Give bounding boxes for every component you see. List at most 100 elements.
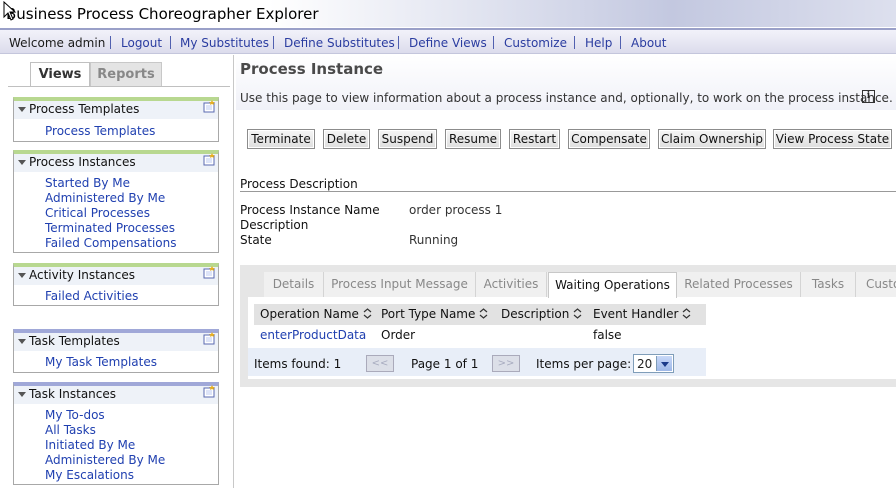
process-description-title: Process Description [240,177,358,191]
column-label: Description [501,307,570,321]
column-description[interactable]: Description [501,307,582,321]
add-view-icon[interactable] [203,332,216,345]
tab-waiting-operations[interactable]: Waiting Operations [548,272,677,298]
nav-link-failed-activities[interactable]: Failed Activities [45,289,138,303]
tab-custom-properties[interactable]: Custo [856,272,896,297]
app-title: Business Process Choreographer Explorer [6,5,319,23]
process-instance-name-value: order process 1 [409,203,503,217]
items-per-page-label: Items per page: [536,357,632,371]
menu-help[interactable]: Help [585,36,612,50]
menu-bar: Welcome admin Logout My Substitutes Defi… [0,28,896,54]
nav-link-failed-compensations[interactable]: Failed Compensations [45,236,177,250]
menu-separator [170,36,171,49]
compensate-button[interactable]: Compensate [568,129,650,149]
collapse-triangle-icon[interactable] [18,107,26,112]
nav-box-title: Task Templates [29,334,120,348]
mouse-cursor-icon [3,1,17,21]
nav-link-terminated-processes[interactable]: Terminated Processes [45,221,175,235]
nav-link-my-task-templates[interactable]: My Task Templates [45,355,157,369]
state-label: State [240,233,272,247]
tab-views[interactable]: Views [30,62,90,86]
sort-icon[interactable] [573,308,582,319]
items-per-page-value: 20 [637,357,653,371]
restart-button[interactable]: Restart [509,129,560,149]
delete-button[interactable]: Delete [323,129,370,149]
column-operation-name[interactable]: Operation Name [260,307,372,321]
column-event-handler[interactable]: Event Handler [593,307,691,321]
nav-link-my-escalations[interactable]: My Escalations [45,468,134,482]
claim-ownership-button[interactable]: Claim Ownership [658,129,766,149]
menu-customize[interactable]: Customize [504,36,567,50]
menu-separator [620,36,621,49]
tab-divider [8,86,230,87]
nav-box-task-instances: Task Instances My To-dos All Tasks Initi… [13,382,219,485]
title-bar: Business Process Choreographer Explorer [0,0,896,27]
sort-icon[interactable] [479,308,488,319]
add-view-icon[interactable] [203,100,216,113]
nav-link-all-tasks[interactable]: All Tasks [45,423,96,437]
menu-my-substitutes[interactable]: My Substitutes [180,36,269,50]
nav-box-title: Activity Instances [29,268,135,282]
collapse-triangle-icon[interactable] [18,392,26,397]
nav-box-activity-instances: Activity Instances Failed Activities [13,263,219,306]
terminate-button[interactable]: Terminate [247,129,315,149]
nav-box-title: Task Instances [29,387,117,401]
collapse-triangle-icon[interactable] [18,160,26,165]
previous-page-button[interactable]: << [366,355,394,372]
page-description: Use this page to view information about … [240,91,893,105]
nav-box-title: Process Instances [29,155,136,169]
sort-icon[interactable] [682,308,691,319]
tab-related-processes[interactable]: Related Processes [677,272,801,297]
column-port-type-name[interactable]: Port Type Name [381,307,488,321]
add-view-icon[interactable] [203,266,216,279]
nav-box-title: Process Templates [29,102,140,116]
menu-logout[interactable]: Logout [121,36,162,50]
info-icon[interactable]: i [862,90,875,103]
page-indicator: Page 1 of 1 [411,357,479,371]
menu-separator [273,36,274,49]
next-page-button[interactable]: >> [492,355,520,372]
suspend-button[interactable]: Suspend [378,129,437,149]
dropdown-arrow-icon[interactable] [656,356,672,371]
process-instance-name-label: Process Instance Name [240,203,380,217]
column-label: Port Type Name [381,307,476,321]
nav-link-critical-processes[interactable]: Critical Processes [45,206,150,220]
nav-link-administered-by-me[interactable]: Administered By Me [45,191,165,205]
tab-tasks[interactable]: Tasks [801,272,856,297]
menu-define-substitutes[interactable]: Define Substitutes [284,36,395,50]
tab-process-input-message[interactable]: Process Input Message [324,272,476,297]
state-value: Running [409,233,459,247]
column-label: Event Handler [593,307,679,321]
column-label: Operation Name [260,307,359,321]
nav-link-started-by-me[interactable]: Started By Me [45,176,130,190]
collapse-triangle-icon[interactable] [18,273,26,278]
operation-name-link[interactable]: enterProductData [260,328,366,342]
add-view-icon[interactable] [203,153,216,166]
nav-link-administered-by-me[interactable]: Administered By Me [45,453,165,467]
items-found: Items found: 1 [254,357,342,371]
add-view-icon[interactable] [203,385,216,398]
nav-link-initiated-by-me[interactable]: Initiated By Me [45,438,135,452]
view-process-state-button[interactable]: View Process State [773,129,892,149]
resume-button[interactable]: Resume [445,129,501,149]
menu-separator [493,36,494,49]
welcome-text: Welcome admin [9,36,106,50]
nav-box-process-templates: Process Templates Process Templates [13,97,219,142]
sort-icon[interactable] [363,308,372,319]
menu-separator [110,36,111,49]
menu-about[interactable]: About [631,36,666,50]
tab-activities[interactable]: Activities [476,272,547,297]
tab-reports[interactable]: Reports [90,62,162,86]
nav-link-my-to-dos[interactable]: My To-dos [45,408,105,422]
description-label: Description [240,218,309,232]
menu-separator [398,36,399,49]
collapse-triangle-icon[interactable] [18,339,26,344]
menu-separator [574,36,575,49]
nav-link-process-templates[interactable]: Process Templates [45,124,155,138]
port-type-cell: Order [381,328,416,342]
items-per-page-select[interactable]: 20 [633,354,674,373]
tab-details[interactable]: Details [264,272,324,297]
page-title: Process Instance [240,60,384,78]
menu-define-views[interactable]: Define Views [409,36,487,50]
section-divider [240,191,896,192]
